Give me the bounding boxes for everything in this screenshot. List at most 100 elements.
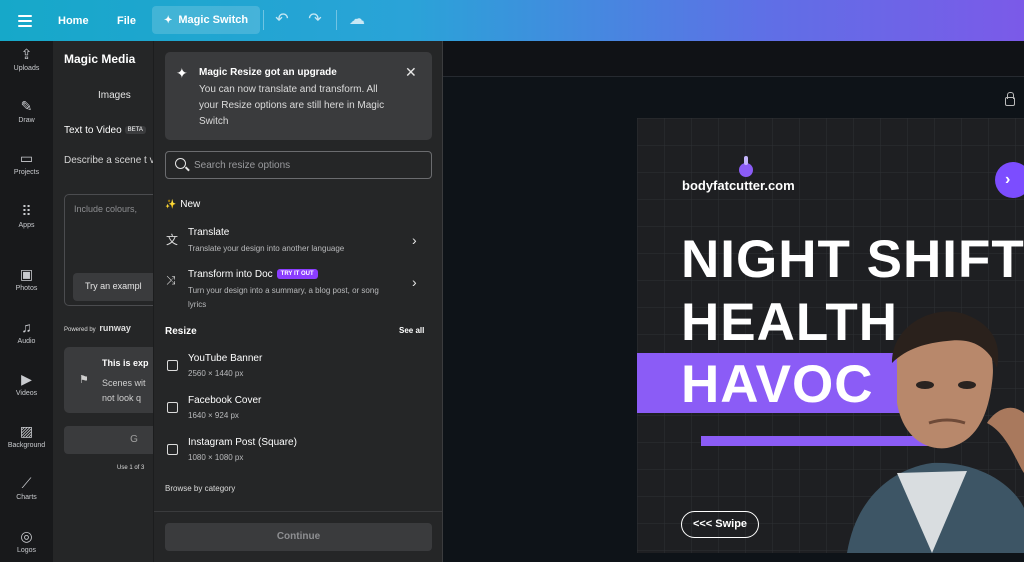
redo-icon[interactable]: ↷ [305,10,325,30]
panel-title: Magic Media [64,52,136,66]
magic-media-panel: Magic Media Images Text to Video BETA Des… [53,41,153,562]
checkbox[interactable] [167,360,178,371]
headline-line-1: NIGHT SHIFT [681,230,1024,289]
upgrade-body: You can now translate and transform. All… [199,84,385,127]
rail-item-label: Audio [17,338,36,345]
rail-item-videos[interactable]: ▶ Videos [0,370,53,397]
magic-switch-dropdown: ✦ Magic Resize got an upgrade You can no… [153,41,443,562]
cloud-sync-icon[interactable]: ☁ [347,10,367,30]
rail-item-uploads[interactable]: ⇪ Uploads [0,45,53,72]
undo-icon[interactable]: ↶ [272,10,292,30]
video-icon: ▶ [21,371,32,387]
rail-item-apps[interactable]: ⠿ Apps [0,202,53,229]
left-rail: ⇪ Uploads ✎ Draw ▭ Projects ⠿ Apps ▣ Pho… [0,41,53,562]
sparkle-icon: ✨ [165,199,177,209]
transform-into-doc-option[interactable]: ⤨ Transform into Doc TRY IT OUT Turn your… [154,269,442,313]
panel-description: Describe a scene t video. [64,155,153,166]
search-icon [175,158,186,169]
upgrade-notice: ✦ Magic Resize got an upgrade You can no… [165,52,432,140]
upgrade-title: Magic Resize got an upgrade [199,67,337,78]
divider [336,10,337,30]
generate-button[interactable]: G [64,426,153,454]
see-all-link[interactable]: See all [399,326,424,335]
notice-line: not look q [102,393,142,403]
resize-option[interactable]: YouTube Banner 2560 × 1440 px [154,353,442,383]
upload-icon: ⇪ [20,46,33,62]
logo-icon: ◎ [20,528,33,544]
magic-switch-button[interactable]: ✦ Magic Switch [152,6,261,34]
flag-icon: ⚑ [79,374,89,386]
section-new: ✨ New [165,199,200,210]
draw-icon: ✎ [20,98,33,114]
magic-switch-label: Magic Switch [178,14,249,26]
music-icon: ♫ [21,319,32,335]
rail-item-charts[interactable]: ⟋ Charts [0,474,53,501]
rail-item-background[interactable]: ▨ Background [0,422,53,449]
rail-item-projects[interactable]: ▭ Projects [0,149,53,176]
powered-by: Powered by runway [64,323,131,333]
person-image [847,311,1024,553]
brand-name: bodyfatcutter.com [682,178,795,193]
usage-count: Use 1 of 3 [117,465,145,471]
divider [154,511,442,512]
background-icon: ▨ [19,423,34,439]
sparkle-icon: ✦ [176,65,188,81]
apps-icon: ⠿ [21,203,32,219]
home-button[interactable]: Home [58,0,89,41]
rail-item-label: Charts [16,494,37,501]
brand-logo-icon [739,156,753,177]
photo-icon: ▣ [19,266,34,282]
rail-item-audio[interactable]: ♫ Audio [0,318,53,345]
continue-button[interactable]: Continue [165,523,432,551]
rail-item-draw[interactable]: ✎ Draw [0,97,53,124]
resize-option-title: Instagram Post (Square) [188,437,297,448]
rail-item-label: Apps [18,222,35,229]
try-it-out-badge: TRY IT OUT [276,269,318,280]
lock-icon[interactable] [1005,92,1015,106]
prompt-textarea[interactable]: Include colours, Try an exampl [64,194,153,306]
design-page[interactable]: bodyfatcutter.com › NIGHT SHIFT HEALTH H… [637,118,1024,553]
menu-icon[interactable] [16,12,34,28]
notice-line: Scenes wit [102,378,146,388]
notice-body: Scenes wit not look q [102,376,146,406]
option-title-text: Transform into Doc [188,269,273,280]
tab-images[interactable]: Images [98,90,131,101]
beta-badge: BETA [124,126,146,135]
close-icon[interactable]: ✕ [405,64,417,81]
shuffle-icon: ⤨ [166,273,176,287]
resize-option[interactable]: Instagram Post (Square) 1080 × 1080 px [154,437,442,467]
resize-option-dims: 1640 × 924 px [188,411,239,420]
rail-item-photos[interactable]: ▣ Photos [0,265,53,292]
resize-option-title: Facebook Cover [188,395,262,406]
rail-item-label: Photos [15,285,38,292]
option-title: Transform into Doc TRY IT OUT [188,269,318,280]
notice-title: This is exp [102,358,149,368]
canvas-area: bodyfatcutter.com › NIGHT SHIFT HEALTH H… [443,41,1024,562]
browse-by-category: Browse by category [165,484,236,493]
experimental-notice: ⚑ This is exp Scenes wit not look q [64,347,153,413]
canvas-toolbar [443,41,1024,77]
checkbox[interactable] [167,402,178,413]
option-desc: Translate your design into another langu… [188,244,345,253]
section-new-label: New [180,199,201,210]
resize-option[interactable]: Facebook Cover 1640 × 924 px [154,395,442,425]
rail-item-logos[interactable]: ◎ Logos [0,527,53,554]
rail-item-label: Draw [18,117,35,124]
powered-by-label: Powered by [64,327,96,333]
resize-option-title: YouTube Banner [188,353,263,364]
search-input[interactable] [194,156,424,174]
option-desc: Turn your design into a summary, a blog … [188,286,379,309]
try-example-button[interactable]: Try an exampl [73,273,153,301]
textarea-placeholder: Include colours, [74,204,138,214]
top-bar: Home File ✦ Magic Switch ↶ ↷ ☁ [0,0,1024,41]
checkbox[interactable] [167,444,178,455]
resize-heading: Resize [165,326,197,337]
file-menu-button[interactable]: File [117,0,136,41]
next-arrow-icon: › [995,162,1024,198]
option-title: Translate [188,227,230,238]
translate-icon: 文 [166,233,179,247]
folder-icon: ▭ [19,150,34,166]
resize-option-dims: 2560 × 1440 px [188,369,244,378]
translate-option[interactable]: 文 Translate Translate your design into a… [154,227,442,257]
divider [263,10,264,30]
